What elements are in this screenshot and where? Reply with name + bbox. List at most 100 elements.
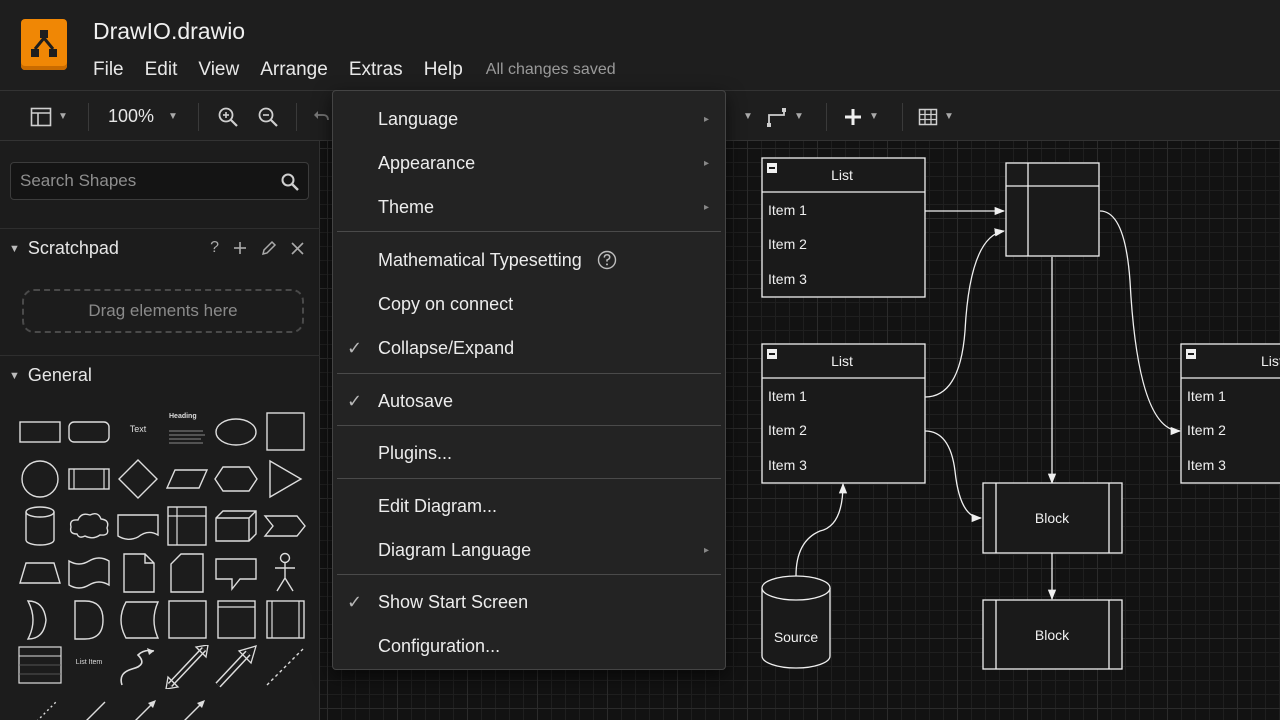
block-shape-2[interactable]: Block xyxy=(982,599,1123,670)
connector-style-caret[interactable]: ▼ xyxy=(737,91,753,142)
cylinder-shape[interactable] xyxy=(16,504,64,548)
menu-item-autosave[interactable]: ✓ Autosave xyxy=(333,381,725,421)
list-shape[interactable] xyxy=(16,645,64,689)
table-shape[interactable] xyxy=(1005,162,1100,257)
menu-separator xyxy=(337,231,721,232)
note-shape[interactable] xyxy=(114,551,162,595)
checkmark-icon: ✓ xyxy=(347,390,363,411)
link-shape[interactable] xyxy=(212,692,260,720)
actor-shape[interactable] xyxy=(261,551,309,595)
zoom-select[interactable]: 100% ▼ xyxy=(108,91,178,142)
menu-item-theme[interactable]: Theme ▸ xyxy=(333,187,725,227)
connector-source-list2[interactable] xyxy=(795,482,848,577)
undo-button[interactable] xyxy=(313,91,331,142)
callout-shape[interactable] xyxy=(212,551,260,595)
step-shape[interactable] xyxy=(261,504,309,548)
connector-list2-table[interactable] xyxy=(924,228,1006,398)
square-frame-shape[interactable] xyxy=(163,598,211,642)
dotted-line-shape[interactable] xyxy=(16,692,64,720)
list-shape-3[interactable]: List Item 1 Item 2 Item 3 xyxy=(1180,343,1280,484)
parallelogram-shape[interactable] xyxy=(163,457,211,501)
square-shape[interactable] xyxy=(261,410,309,454)
tape-shape[interactable] xyxy=(65,551,113,595)
list-shape-1[interactable]: List Item 1 Item 2 Item 3 xyxy=(761,157,926,298)
table-button[interactable]: ▼ xyxy=(918,91,954,142)
zoom-in-button[interactable] xyxy=(217,91,239,142)
source-cylinder-shape[interactable]: Source xyxy=(761,575,831,669)
menu-item-label: Configuration... xyxy=(378,635,501,656)
rectangle-shape[interactable] xyxy=(16,410,64,454)
and-shape[interactable] xyxy=(65,598,113,642)
search-icon[interactable] xyxy=(280,172,300,192)
menu-item-math-typesetting[interactable]: Mathematical Typesetting xyxy=(333,240,725,280)
scratchpad-header[interactable]: ▼ Scratchpad ? xyxy=(0,228,320,268)
menu-item-show-start-screen[interactable]: ✓ Show Start Screen xyxy=(333,582,725,622)
cube-shape[interactable] xyxy=(212,504,260,548)
directional-connector-shape[interactable] xyxy=(114,692,162,720)
block-shape-1[interactable]: Block xyxy=(982,482,1123,554)
diamond-shape[interactable] xyxy=(114,457,162,501)
menu-item-copy-on-connect[interactable]: Copy on connect xyxy=(333,284,725,324)
list-shape-2[interactable]: List Item 1 Item 2 Item 3 xyxy=(761,343,926,484)
add-icon[interactable] xyxy=(233,241,247,255)
bidirectional-arrow-shape[interactable] xyxy=(163,645,211,689)
connector-table-list3[interactable] xyxy=(1099,210,1182,436)
menu-edit[interactable]: Edit xyxy=(145,58,178,84)
zoom-out-button[interactable] xyxy=(257,91,279,142)
menu-item-appearance[interactable]: Appearance ▸ xyxy=(333,143,725,183)
insert-button[interactable]: ▼ xyxy=(843,91,879,142)
data-storage-shape[interactable] xyxy=(114,598,162,642)
hexagon-shape[interactable] xyxy=(212,457,260,501)
chevron-down-icon: ▼ xyxy=(794,111,804,122)
vertical-container-shape[interactable] xyxy=(261,598,309,642)
dashed-line-shape[interactable] xyxy=(261,645,309,689)
menu-item-plugins[interactable]: Plugins... xyxy=(333,433,725,473)
menu-extras[interactable]: Extras xyxy=(349,58,403,84)
ellipse-shape[interactable] xyxy=(212,410,260,454)
menu-item-language[interactable]: Language ▸ xyxy=(333,99,725,139)
menu-view[interactable]: View xyxy=(198,58,239,84)
checkmark-icon: ✓ xyxy=(347,591,363,612)
help-circle-icon[interactable] xyxy=(597,250,617,270)
document-shape[interactable] xyxy=(114,504,162,548)
trapezoid-shape[interactable] xyxy=(16,551,64,595)
general-header[interactable]: ▼ General xyxy=(0,355,320,395)
text-shape[interactable]: Text xyxy=(114,410,162,454)
heading-textbox-shape[interactable]: Heading xyxy=(163,410,211,454)
menu-bar: File Edit View Arrange Extras Help All c… xyxy=(93,58,616,84)
cloud-shape[interactable] xyxy=(65,504,113,548)
menu-item-configuration[interactable]: Configuration... xyxy=(333,626,725,666)
circle-shape[interactable] xyxy=(16,457,64,501)
card-shape[interactable] xyxy=(163,551,211,595)
edit-pencil-icon[interactable] xyxy=(261,240,277,256)
scratchpad-drop-zone[interactable]: Drag elements here xyxy=(22,289,304,333)
internal-storage-shape[interactable] xyxy=(163,504,211,548)
menu-item-diagram-language[interactable]: Diagram Language ▸ xyxy=(333,530,725,570)
curve-shape[interactable] xyxy=(114,645,162,689)
menu-help[interactable]: Help xyxy=(424,58,463,84)
menu-item-label: Show Start Screen xyxy=(378,591,529,612)
list-item-shape[interactable]: List Item xyxy=(65,645,113,689)
container-shape[interactable] xyxy=(212,598,260,642)
help-icon[interactable]: ? xyxy=(210,239,219,257)
menu-arrange[interactable]: Arrange xyxy=(260,58,328,84)
shapes-sidebar: ▼ Scratchpad ? Drag elements here ▼ Gene… xyxy=(0,141,320,720)
menu-item-collapse-expand[interactable]: ✓ Collapse/Expand xyxy=(333,328,725,368)
search-shapes-input[interactable] xyxy=(11,163,261,199)
menu-file[interactable]: File xyxy=(93,58,124,84)
line-shape[interactable] xyxy=(65,692,113,720)
waypoint-button[interactable]: ▼ xyxy=(766,91,804,142)
connector-shape[interactable] xyxy=(163,692,211,720)
document-title[interactable]: DrawIO.drawio xyxy=(93,18,245,45)
connector-list2-block1[interactable] xyxy=(924,430,983,523)
edge-shape[interactable] xyxy=(261,692,309,720)
close-icon[interactable] xyxy=(291,241,304,255)
triangle-shape[interactable] xyxy=(261,457,309,501)
or-shape[interactable] xyxy=(16,598,64,642)
process-shape[interactable] xyxy=(65,457,113,501)
menu-item-edit-diagram[interactable]: Edit Diagram... xyxy=(333,486,725,526)
arrow-shape[interactable] xyxy=(212,645,260,689)
format-panel-button[interactable]: ▼ xyxy=(30,91,68,142)
rounded-rectangle-shape[interactable] xyxy=(65,410,113,454)
insert-icon xyxy=(845,108,861,125)
